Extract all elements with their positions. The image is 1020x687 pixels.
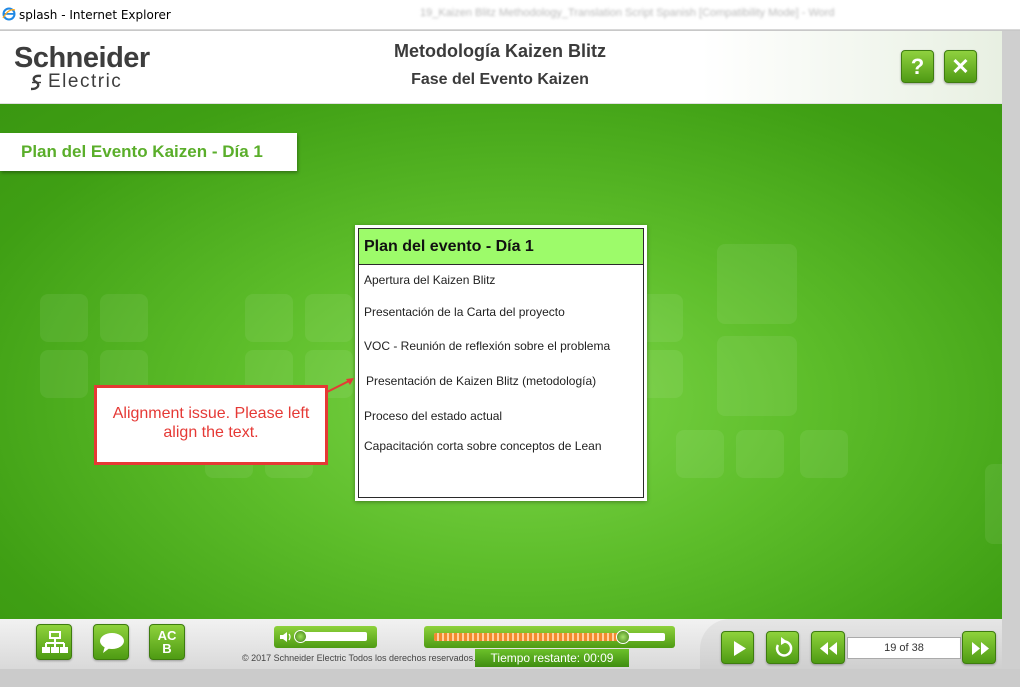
app-window: splash - Internet Explorer 19_Kaizen Bli…	[0, 0, 1020, 687]
list-item: Presentación de la Carta del proyecto	[364, 305, 565, 319]
decorative-square	[717, 244, 797, 324]
logo-wordmark-bottom: Electric	[48, 71, 123, 92]
time-remaining: Tiempo restante: 00:09	[475, 649, 629, 667]
close-icon: ✕	[951, 54, 970, 79]
decorative-square	[305, 294, 353, 342]
decorative-square	[100, 294, 148, 342]
progress-fill	[434, 633, 624, 641]
window-title: splash - Internet Explorer	[19, 8, 171, 22]
course-title: Metodología Kaizen Blitz	[393, 41, 606, 61]
section-title-tab: Plan del Evento Kaizen - Día 1	[0, 133, 297, 171]
life-is-on-logo-icon	[30, 74, 42, 91]
panel-title: Plan del evento - Día 1	[364, 238, 534, 255]
slide-stage: Plan del Evento Kaizen - Día 1 Plan del …	[0, 104, 1002, 619]
browser-titlebar: splash - Internet Explorer 19_Kaizen Bli…	[0, 0, 1020, 30]
list-item: Apertura del Kaizen Blitz	[364, 273, 496, 287]
decorative-square	[676, 430, 724, 478]
glossary-label-bottom: B	[162, 641, 172, 656]
decorative-square	[40, 350, 88, 398]
progress-bar[interactable]	[424, 626, 675, 648]
volume-slider-handle[interactable]	[294, 630, 308, 643]
volume-control[interactable]	[274, 626, 377, 648]
decorative-square	[800, 430, 848, 478]
event-plan-panel: Plan del evento - Día 1 Apertura del Kai…	[355, 225, 647, 501]
page-indicator: 19 of 38	[847, 637, 961, 659]
sitemap-icon	[42, 631, 68, 653]
window-edge	[1002, 31, 1020, 687]
list-item-misaligned: Presentación de Kaizen Blitz (metodologí…	[366, 374, 597, 388]
schneider-logo: Schneider Electric	[14, 43, 150, 91]
decorative-square	[40, 294, 88, 342]
list-item: VOC - Reunión de reflexión sobre el prob…	[364, 339, 611, 353]
fast-forward-icon	[972, 642, 989, 655]
help-icon: ?	[910, 54, 925, 79]
play-icon	[734, 641, 746, 656]
next-button[interactable]	[962, 631, 996, 664]
replay-icon	[775, 637, 793, 657]
exit-button[interactable]: ✕	[944, 50, 977, 83]
replay-button[interactable]	[766, 631, 799, 664]
speaker-icon	[280, 632, 291, 642]
section-title: Plan del Evento Kaizen - Día 1	[21, 142, 263, 161]
rewind-icon	[820, 642, 837, 655]
review-comment-callout: Alignment issue. Please left align the t…	[94, 385, 328, 465]
window-bottom-edge	[0, 669, 1020, 687]
decorative-square	[717, 336, 797, 416]
panel-header: Plan del evento - Día 1	[359, 229, 643, 265]
callout-arrow-icon	[326, 378, 354, 393]
progress-scrubber-handle[interactable]	[616, 630, 631, 644]
logo-wordmark-top: Schneider	[14, 42, 150, 74]
play-button[interactable]	[721, 631, 754, 664]
course-header: Schneider Electric Metodología Kaizen Bl…	[0, 31, 1002, 104]
speech-bubble-icon	[100, 633, 124, 653]
internet-explorer-icon	[2, 7, 16, 21]
background-window-title: 19_Kaizen Blitz Methodology_Translation …	[420, 7, 835, 19]
menu-button[interactable]	[36, 624, 72, 660]
decorative-square	[985, 464, 1002, 544]
course-subtitle: Fase del Evento Kaizen	[411, 71, 589, 88]
decorative-square	[736, 430, 784, 478]
list-item: Proceso del estado actual	[364, 409, 503, 423]
help-button[interactable]: ?	[901, 50, 934, 83]
comments-button[interactable]	[93, 624, 129, 660]
decorative-square	[245, 294, 293, 342]
previous-button[interactable]	[811, 631, 845, 664]
glossary-button[interactable]: AC B	[149, 624, 185, 660]
list-item: Capacitación corta sobre conceptos de Le…	[364, 439, 602, 453]
review-comment-text: Alignment issue. Please left align the t…	[112, 405, 310, 441]
progress-track[interactable]	[434, 633, 665, 641]
copyright-text: © 2017 Schneider Electric Todos los dere…	[242, 653, 476, 663]
